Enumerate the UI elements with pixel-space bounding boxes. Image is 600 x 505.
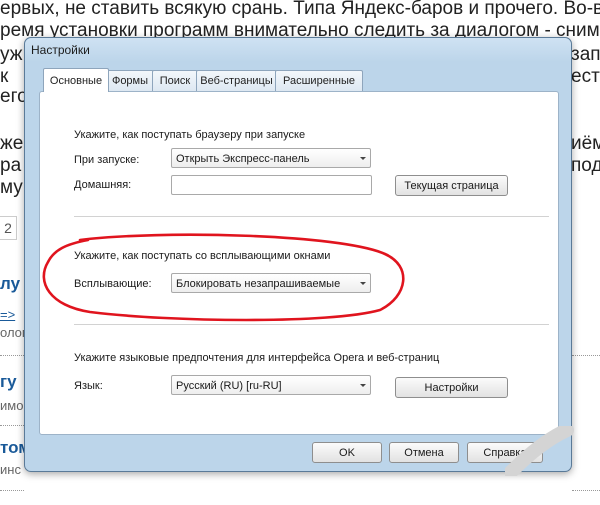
cancel-button[interactable]: Отмена [389, 442, 459, 463]
popups-heading: Укажите, как поступать со всплывающими о… [74, 250, 331, 262]
help-button[interactable]: Справка [467, 442, 543, 463]
pagination-item[interactable]: 2 [0, 216, 17, 240]
language-label: Язык: [74, 380, 103, 392]
settings-dialog: Настройки Основные Формы Поиск Веб-стран… [24, 37, 572, 472]
tab-web-pages[interactable]: Веб-страницы [196, 70, 277, 91]
sidebar-text: имо [0, 398, 24, 413]
article-line-right: пода [571, 155, 600, 176]
startup-heading: Укажите, как поступать браузеру при запу… [74, 129, 306, 141]
section-separator [74, 216, 549, 217]
current-page-button[interactable]: Текущая страница [395, 175, 508, 196]
chevron-down-icon [360, 157, 366, 160]
tab-search[interactable]: Поиск [152, 70, 198, 91]
popups-select[interactable]: Блокировать незапрашиваемые [171, 273, 371, 293]
ok-button[interactable]: OK [312, 442, 382, 463]
article-line-right: запр [571, 44, 600, 65]
sidebar-link[interactable]: => [0, 307, 15, 322]
chevron-down-icon [360, 282, 366, 285]
on-start-value: Открыть Экспресс-панель [176, 153, 310, 165]
language-select[interactable]: Русский (RU) [ru-RU] [171, 375, 371, 395]
divider [0, 355, 24, 356]
sidebar-link[interactable]: лу [0, 274, 20, 294]
tab-forms[interactable]: Формы [106, 70, 154, 91]
article-line-right: естр [571, 66, 600, 87]
article-line: му [0, 177, 23, 198]
article-line-right: иём [571, 133, 600, 154]
language-heading: Укажите языковые предпочтения для интерф… [74, 352, 440, 364]
section-separator [74, 324, 549, 325]
general-panel: Укажите, как поступать браузеру при запу… [39, 91, 559, 435]
tab-general[interactable]: Основные [43, 68, 109, 92]
popups-value: Блокировать незапрашиваемые [176, 278, 341, 290]
sidebar-text: олог [0, 325, 27, 340]
sidebar-text: инс [0, 462, 21, 477]
chevron-down-icon [360, 384, 366, 387]
article-line: же [0, 133, 24, 154]
home-page-input[interactable] [171, 175, 372, 195]
article-line: ра [0, 155, 22, 176]
tab-advanced[interactable]: Расширенные [275, 70, 363, 91]
language-value: Русский (RU) [ru-RU] [176, 380, 282, 392]
article-line: к [0, 66, 9, 87]
home-label: Домашняя: [74, 179, 132, 191]
dialog-title: Настройки [31, 43, 90, 57]
divider [572, 490, 600, 491]
language-settings-button[interactable]: Настройки [395, 377, 508, 398]
divider [0, 490, 24, 491]
on-start-select[interactable]: Открыть Экспресс-панель [171, 148, 371, 168]
article-line: ервых, не ставить всякую срань. Типа Янд… [0, 0, 600, 19]
on-start-label: При запуске: [74, 154, 140, 166]
sidebar-link[interactable]: гу [0, 372, 17, 392]
title-bar[interactable]: Настройки [25, 38, 571, 62]
article-line: уж [0, 44, 23, 65]
popups-label: Всплывающие: [74, 278, 152, 290]
divider [572, 355, 600, 356]
divider [0, 425, 24, 426]
